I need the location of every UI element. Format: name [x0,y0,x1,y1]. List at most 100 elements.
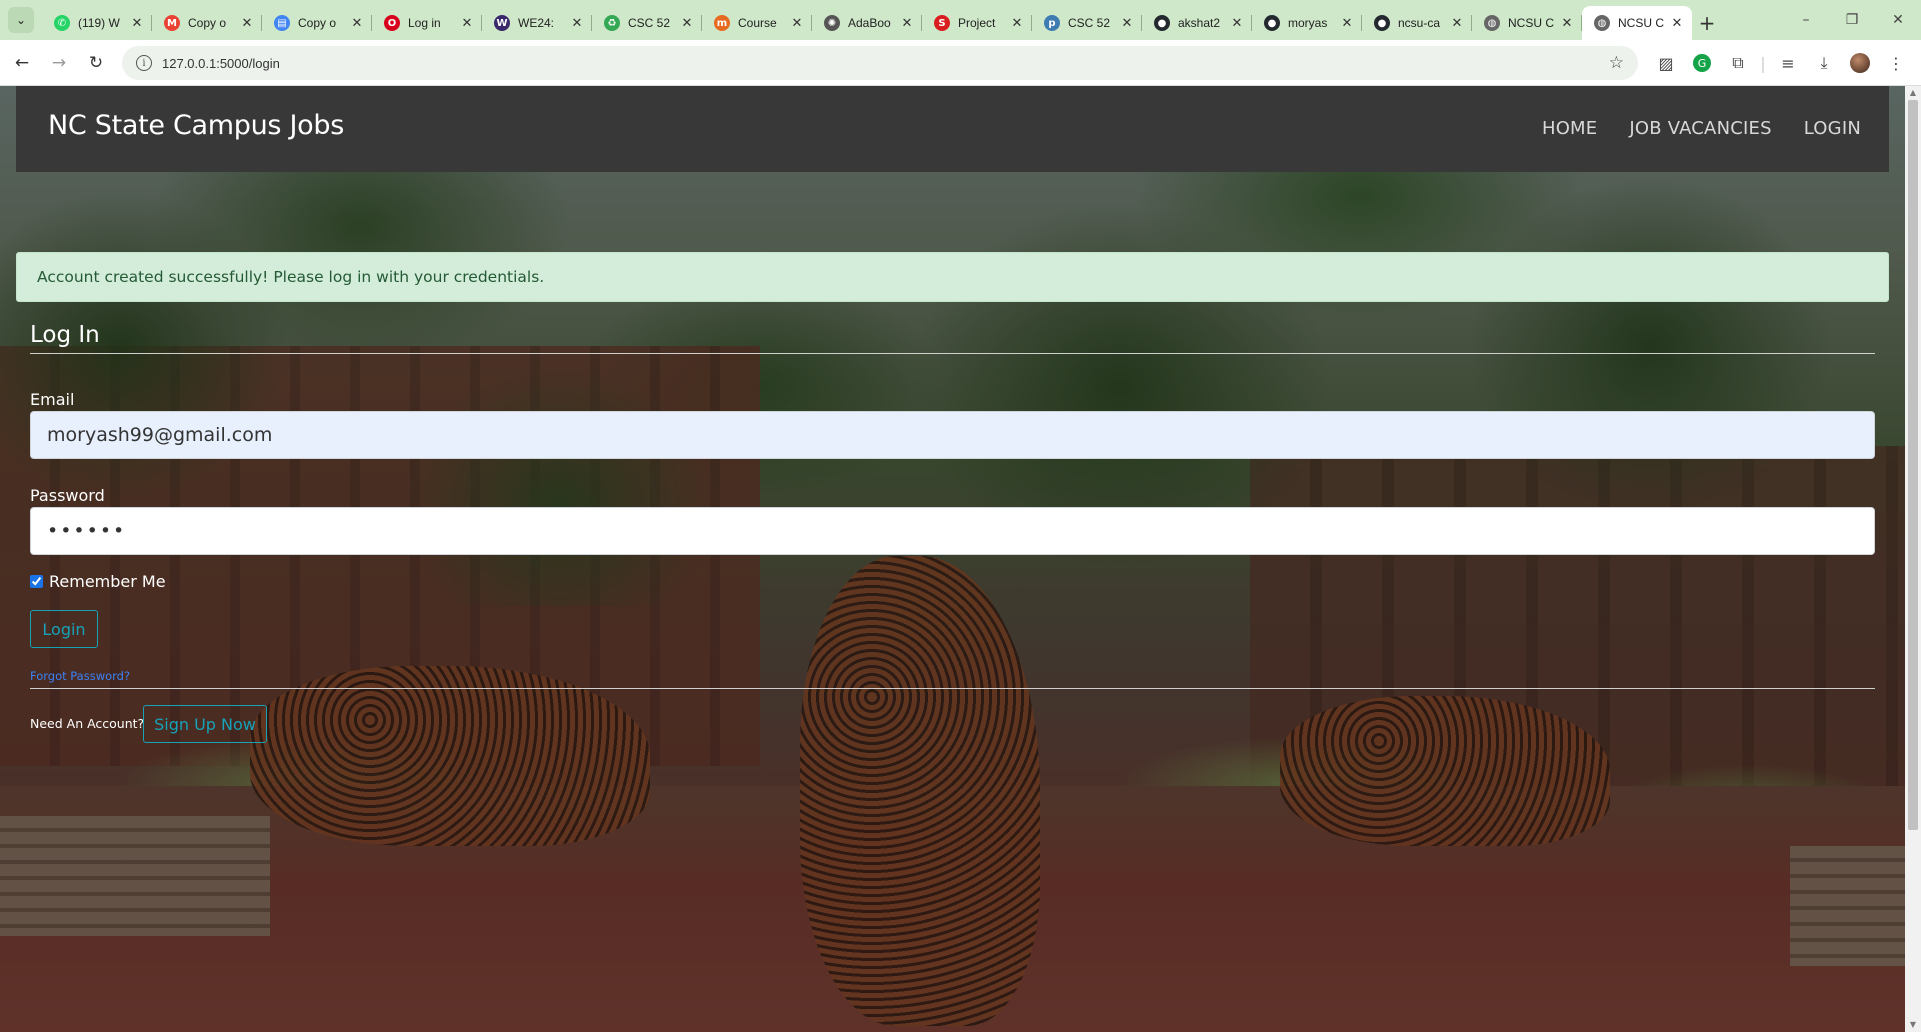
browser-toolbar: ← → ↻ i 127.0.0.1:5000/login ☆ ▨ G ⧉ | ≡… [0,40,1921,86]
page-viewport: NC State Campus Jobs HOME JOB VACANCIES … [0,86,1905,1032]
github-icon: ● [1264,15,1280,31]
forward-arrow-icon[interactable]: → [44,48,74,78]
login-legend: Log In [30,322,1875,354]
media-control-icon[interactable]: ≡ [1770,48,1806,78]
toolbar-separator: | [1760,53,1766,73]
tab-close-icon[interactable]: ✕ [1450,16,1464,31]
coursera-icon: m [714,15,730,31]
restore-icon[interactable]: ❐ [1829,0,1875,40]
browser-tab[interactable]: ◍ NCSU C ✕ [1472,6,1582,40]
tab-close-icon[interactable]: ✕ [900,16,914,31]
tab-close-icon[interactable]: ✕ [130,16,144,31]
browser-tab[interactable]: p CSC 52 ✕ [1032,6,1142,40]
profile-avatar[interactable] [1850,53,1870,73]
tab-close-icon[interactable]: ✕ [1010,16,1024,31]
globe-icon: ◍ [1594,15,1610,31]
tab-close-icon[interactable]: ✕ [240,16,254,31]
email-field[interactable] [30,411,1875,459]
new-tab-plus-icon[interactable]: + [1692,6,1722,40]
tab-title: Copy o [188,16,227,30]
whatsapp-icon: ✆ [54,15,70,31]
browser-tab[interactable]: M Copy o ✕ [152,6,262,40]
reload-icon[interactable]: ↻ [81,48,111,78]
tab-close-icon[interactable]: ✕ [1340,16,1354,31]
tab-close-icon[interactable]: ✕ [570,16,584,31]
forgot-password-link[interactable]: Forgot Password? [30,669,130,683]
bookmark-star-icon[interactable]: ☆ [1609,53,1624,73]
nav-job-vacancies-link[interactable]: JOB VACANCIES [1629,118,1771,139]
we-icon: W [494,15,510,31]
browser-tab[interactable]: ✺ AdaBoo ✕ [812,6,922,40]
browser-tab-strip: ⌄ ✆ (119) W ✕ M Copy o ✕ ▤ Copy o ✕ O Log in ✕ W WE24… [0,0,1921,40]
tab-close-icon[interactable]: ✕ [1230,16,1244,31]
gmail-icon: M [164,15,180,31]
kebab-menu-icon[interactable]: ⋮ [1878,48,1914,78]
tab-close-icon[interactable]: ✕ [680,16,694,31]
tab-title: NCSU C [1618,16,1665,30]
browser-tab[interactable]: m Course ✕ [702,6,812,40]
extensions-puzzle-icon[interactable]: ⧉ [1720,48,1756,78]
browser-tab[interactable]: ● akshat2 ✕ [1142,6,1252,40]
remember-me[interactable]: Remember Me [30,572,166,591]
site-brand[interactable]: NC State Campus Jobs [48,110,344,141]
tab-close-icon[interactable]: ✕ [460,16,474,31]
minimize-icon[interactable]: – [1783,0,1829,40]
browser-tab[interactable]: W WE24: ✕ [482,6,592,40]
nav-home-link[interactable]: HOME [1542,118,1597,139]
scroll-up-arrow-icon[interactable]: ▲ [1905,86,1921,100]
piazza-icon: p [1044,15,1060,31]
tab-title: ncsu-ca [1398,16,1441,30]
password-field[interactable] [30,507,1875,555]
recycle-icon: ♻ [604,15,620,31]
remember-me-checkbox[interactable] [30,575,43,588]
nav-login-link[interactable]: LOGIN [1804,118,1861,139]
se-icon: S [934,15,950,31]
nav-links: HOME JOB VACANCIES LOGIN [1542,118,1861,139]
browser-tab[interactable]: S Project ✕ [922,6,1032,40]
github-icon: ● [1374,15,1390,31]
tab-close-icon[interactable]: ✕ [350,16,364,31]
tab-close-icon[interactable]: ✕ [1560,16,1574,31]
window-controls: – ❐ ✕ [1783,0,1921,40]
close-window-icon[interactable]: ✕ [1875,0,1921,40]
address-url[interactable]: 127.0.0.1:5000/login [162,56,280,71]
toolbar-icons: ▨ G ⧉ | ≡ ⤓ ⋮ [1648,48,1914,78]
scroll-down-arrow-icon[interactable]: ▼ [1905,1018,1921,1032]
extension-slash-icon[interactable]: ▨ [1648,48,1684,78]
browser-tab[interactable]: ◍ NCSU C ✕ [1582,6,1692,40]
tab-title: akshat2 [1178,16,1221,30]
tab-title: Project [958,16,996,30]
browser-tab[interactable]: ● ncsu-ca ✕ [1362,6,1472,40]
download-icon[interactable]: ⤓ [1806,48,1842,78]
tab-title: Copy o [298,16,337,30]
browser-tab[interactable]: ▤ Copy o ✕ [262,6,372,40]
browser-tab[interactable]: ✆ (119) W ✕ [42,6,152,40]
tab-close-icon[interactable]: ✕ [790,16,804,31]
page-scrollbar[interactable]: ▲ ▼ [1905,86,1921,1032]
chatgpt-icon: ✺ [824,15,840,31]
tab-title: AdaBoo [848,16,891,30]
tab-search-chevron-icon[interactable]: ⌄ [8,7,34,33]
login-button[interactable]: Login [30,610,98,648]
browser-tab[interactable]: O Log in ✕ [372,6,482,40]
remember-me-label: Remember Me [49,572,166,591]
scrollbar-thumb[interactable] [1908,100,1918,830]
address-bar[interactable]: i 127.0.0.1:5000/login ☆ [122,46,1638,80]
tab-title: Log in [408,16,441,30]
site-info-icon[interactable]: i [136,55,152,71]
tab-title: (119) W [78,16,120,30]
need-account-text: Need An Account? [30,716,145,731]
background-dim-overlay [0,86,1905,1032]
back-arrow-icon[interactable]: ← [7,48,37,78]
sign-up-button[interactable]: Sign Up Now [143,705,267,743]
grammarly-icon[interactable]: G [1693,54,1711,72]
tab-close-icon[interactable]: ✕ [1670,16,1684,31]
tab-title: WE24: [518,16,555,30]
docs-icon: ▤ [274,15,290,31]
tab-close-icon[interactable]: ✕ [1120,16,1134,31]
email-label: Email [30,390,75,409]
opera-icon: O [384,15,400,31]
browser-tab[interactable]: ♻ CSC 52 ✕ [592,6,702,40]
browser-tab[interactable]: ● moryas ✕ [1252,6,1362,40]
tab-list: ✆ (119) W ✕ M Copy o ✕ ▤ Copy o ✕ O Log in ✕ W WE24: ✕… [42,6,1692,40]
